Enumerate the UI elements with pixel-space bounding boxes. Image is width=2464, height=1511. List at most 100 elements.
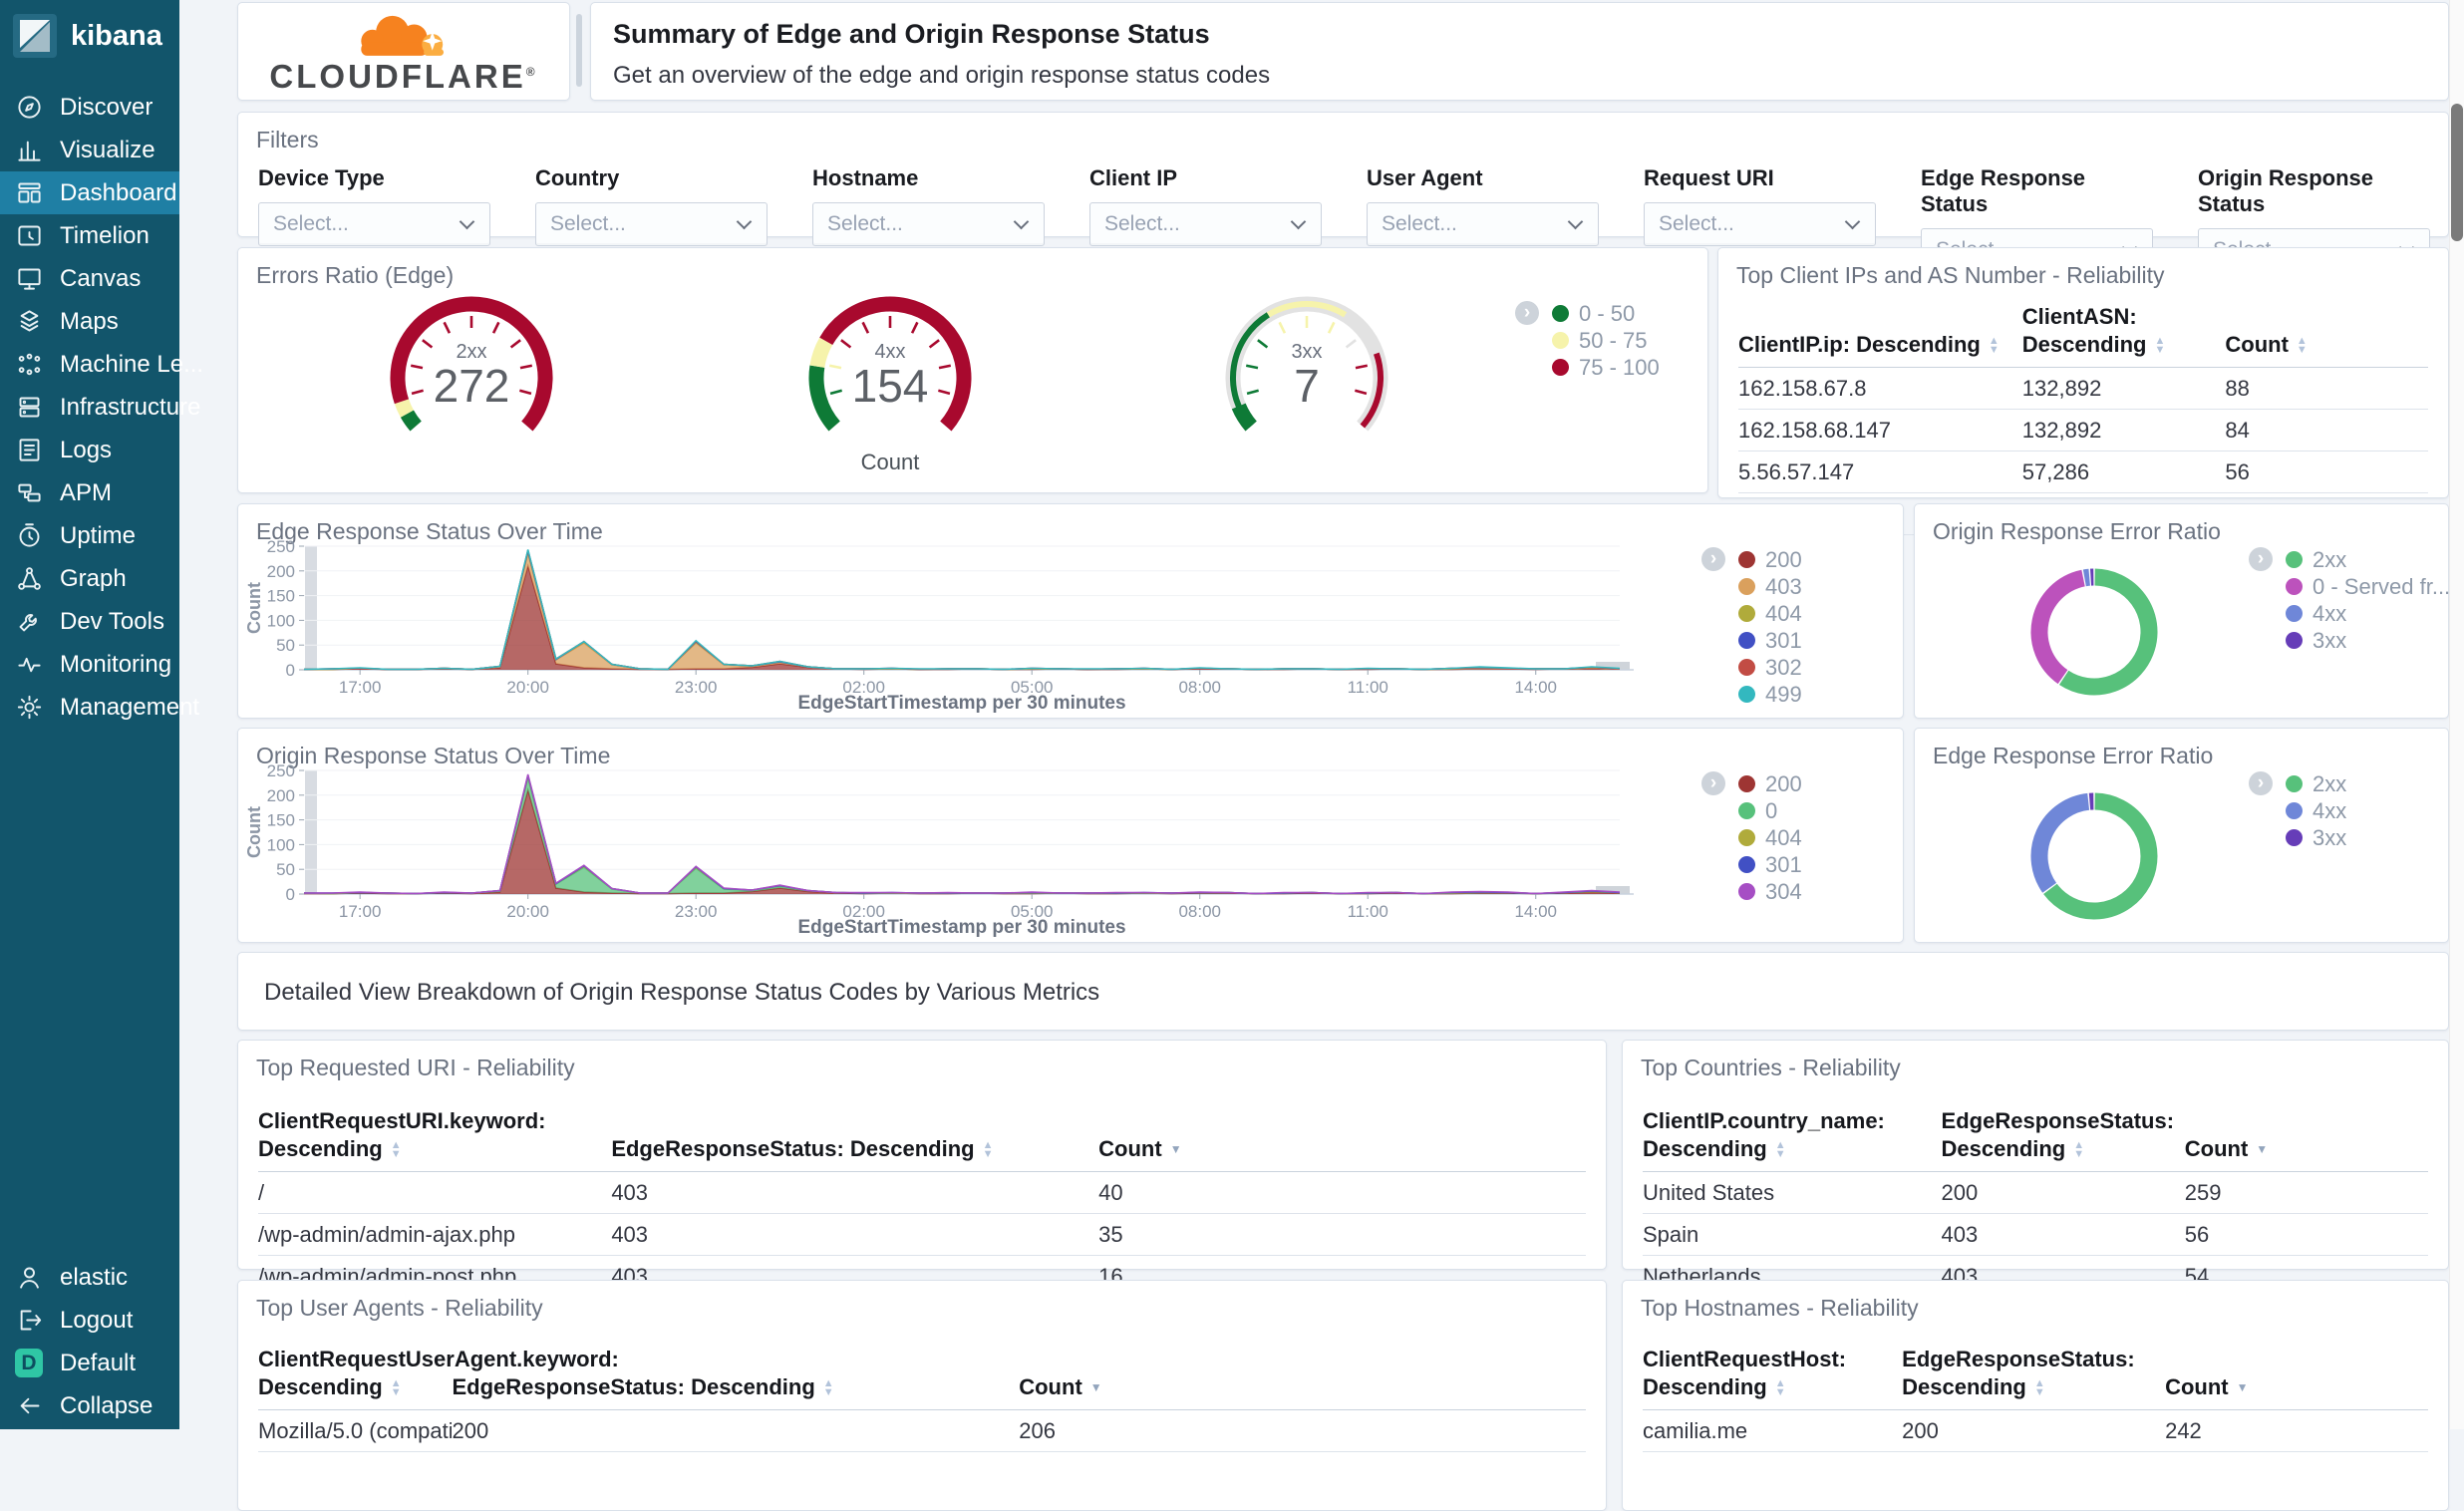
sort-icon[interactable] xyxy=(391,1379,402,1396)
filter-select[interactable]: Select... xyxy=(1644,202,1876,246)
legend-item[interactable]: 403 xyxy=(1738,573,1802,600)
legend-item[interactable]: 0 xyxy=(1738,797,1802,824)
panel-top-hostnames: Top Hostnames - Reliability ClientReques… xyxy=(1622,1280,2449,1511)
filter-select[interactable]: Select... xyxy=(1367,202,1599,246)
sidebar-item[interactable]: Canvas xyxy=(0,257,179,300)
legend-item[interactable]: 200 xyxy=(1738,770,1802,797)
legend-item[interactable]: 2xx xyxy=(2286,546,2445,573)
sidebar-item[interactable]: Visualize xyxy=(0,129,179,171)
sidebar-footer-item[interactable]: D Default xyxy=(0,1342,179,1384)
legend-item[interactable]: 2xx xyxy=(2286,770,2445,797)
sort-icon[interactable] xyxy=(983,1141,994,1158)
sidebar-item[interactable]: APM xyxy=(0,471,179,514)
sort-icon[interactable] xyxy=(1170,1145,1182,1154)
legend-expand-icon[interactable]: › xyxy=(1515,301,1539,325)
sort-icon[interactable] xyxy=(391,1141,402,1158)
svg-text:250: 250 xyxy=(267,762,295,780)
sort-icon[interactable] xyxy=(823,1379,834,1396)
page-scrollbar-thumb[interactable] xyxy=(2451,104,2463,241)
column-header[interactable]: EdgeResponseStatus: Descending xyxy=(1902,1336,2166,1410)
sort-icon[interactable] xyxy=(2297,337,2308,354)
column-header[interactable]: EdgeResponseStatus: Descending xyxy=(611,1097,1099,1172)
kibana-logo[interactable]: kibana xyxy=(0,0,179,72)
legend-item[interactable]: 304 xyxy=(1738,878,1802,905)
sort-icon[interactable] xyxy=(1989,337,2000,354)
column-header[interactable]: Count xyxy=(2165,1336,2428,1410)
panel-resize-handle[interactable] xyxy=(576,14,582,87)
sidebar-item[interactable]: Infrastructure xyxy=(0,386,200,429)
app-title: kibana xyxy=(71,19,162,52)
panel-title[interactable]: Top Hostnames - Reliability xyxy=(1623,1281,2448,1322)
legend-item[interactable]: 3xx xyxy=(2286,627,2445,654)
panel-title[interactable]: Top Requested URI - Reliability xyxy=(238,1041,1606,1081)
table-row: camilia.me 200 242 xyxy=(1643,1409,2428,1452)
legend-item[interactable]: 50 - 75 xyxy=(1552,327,1660,354)
sort-icon[interactable] xyxy=(1775,1379,1786,1396)
sort-icon[interactable] xyxy=(1775,1141,1786,1158)
panel-title[interactable]: Top Client IPs and AS Number - Reliabili… xyxy=(1718,248,2448,289)
legend-item[interactable]: 75 - 100 xyxy=(1552,354,1660,381)
sidebar-item[interactable]: Machine Le... xyxy=(0,343,203,386)
column-header[interactable]: EdgeResponseStatus: Descending xyxy=(1941,1097,2185,1172)
sidebar-item[interactable]: Maps xyxy=(0,300,179,343)
column-header[interactable]: Count xyxy=(2184,1097,2428,1172)
top-client-ips-table: ClientIP.ip: DescendingClientASN: Descen… xyxy=(1738,293,2428,535)
column-header[interactable]: ClientASN: Descending xyxy=(2021,293,2226,368)
sidebar-item[interactable]: Management xyxy=(0,686,199,729)
sidebar-item[interactable]: Graph xyxy=(0,557,179,600)
legend-color-dot xyxy=(2286,775,2303,792)
legend-item[interactable]: 404 xyxy=(1738,600,1802,627)
legend-expand-icon[interactable]: › xyxy=(1701,547,1725,571)
legend-expand-icon[interactable]: › xyxy=(1701,771,1725,795)
sort-icon[interactable] xyxy=(2237,1383,2249,1392)
sort-icon[interactable] xyxy=(1090,1383,1102,1392)
column-header[interactable]: Count xyxy=(1098,1097,1586,1172)
sidebar-item[interactable]: Dashboard xyxy=(0,171,179,214)
column-header[interactable]: ClientRequestUserAgent.keyword: Descendi… xyxy=(258,1336,619,1410)
legend-expand-icon[interactable]: › xyxy=(2249,771,2273,795)
svg-text:EdgeStartTimestamp per 30 minu: EdgeStartTimestamp per 30 minutes xyxy=(797,693,1125,714)
sort-icon[interactable] xyxy=(2155,337,2166,354)
legend-item[interactable]: 499 xyxy=(1738,681,1802,708)
column-header[interactable]: ClientIP.country_name: Descending xyxy=(1643,1097,1942,1172)
sidebar-footer-item[interactable]: Logout xyxy=(0,1299,179,1342)
column-header[interactable]: Count xyxy=(2225,293,2428,368)
sidebar-item[interactable]: Discover xyxy=(0,86,179,129)
legend-item[interactable]: 0 - 50 xyxy=(1552,300,1660,327)
legend-item[interactable]: 301 xyxy=(1738,851,1802,878)
sidebar-item[interactable]: Timelion xyxy=(0,214,179,257)
column-header[interactable]: Count xyxy=(1019,1336,1586,1410)
panel-top-requested-uri: Top Requested URI - Reliability ClientRe… xyxy=(237,1040,1607,1340)
legend-expand-icon[interactable]: › xyxy=(2249,547,2273,571)
filter-select[interactable]: Select... xyxy=(535,202,768,246)
panel-title[interactable]: Top Countries - Reliability xyxy=(1623,1041,2448,1081)
table-row: Mozilla/5.0 (compatible; CloudFlare-Alwa… xyxy=(258,1409,1586,1452)
legend-item[interactable]: 301 xyxy=(1738,627,1802,654)
sidebar-footer-item[interactable]: Collapse xyxy=(0,1384,179,1427)
legend-item[interactable]: 3xx xyxy=(2286,824,2445,851)
sidebar-item[interactable]: Monitoring xyxy=(0,643,179,686)
filter-select[interactable]: Select... xyxy=(258,202,490,246)
filter-select[interactable]: Select... xyxy=(812,202,1045,246)
sidebar-item[interactable]: Dev Tools xyxy=(0,600,179,643)
sidebar-item[interactable]: Uptime xyxy=(0,514,179,557)
legend-item[interactable]: 0 - Served fr... xyxy=(2286,573,2450,600)
filter-select[interactable]: Select... xyxy=(1089,202,1322,246)
legend-item[interactable]: 4xx xyxy=(2286,600,2445,627)
sort-icon[interactable] xyxy=(2034,1379,2045,1396)
column-header[interactable]: ClientRequestURI.keyword: Descending xyxy=(258,1097,612,1172)
svg-text:150: 150 xyxy=(267,587,295,606)
legend-item[interactable]: 200 xyxy=(1738,546,1802,573)
sidebar-footer-item[interactable]: elastic xyxy=(0,1256,179,1299)
legend-item[interactable]: 404 xyxy=(1738,824,1802,851)
sort-icon[interactable] xyxy=(2073,1141,2084,1158)
sort-icon[interactable] xyxy=(2256,1145,2268,1154)
panel-title[interactable]: Top User Agents - Reliability xyxy=(238,1281,1606,1322)
sidebar-item[interactable]: Logs xyxy=(0,429,179,471)
column-header[interactable]: ClientIP.ip: Descending xyxy=(1738,293,2022,368)
filter-label: Client IP xyxy=(1089,165,1178,190)
legend-item[interactable]: 4xx xyxy=(2286,797,2445,824)
column-header[interactable]: ClientRequestHost: Descending xyxy=(1643,1336,1903,1410)
legend-color-dot xyxy=(1738,605,1755,622)
legend-item[interactable]: 302 xyxy=(1738,654,1802,681)
